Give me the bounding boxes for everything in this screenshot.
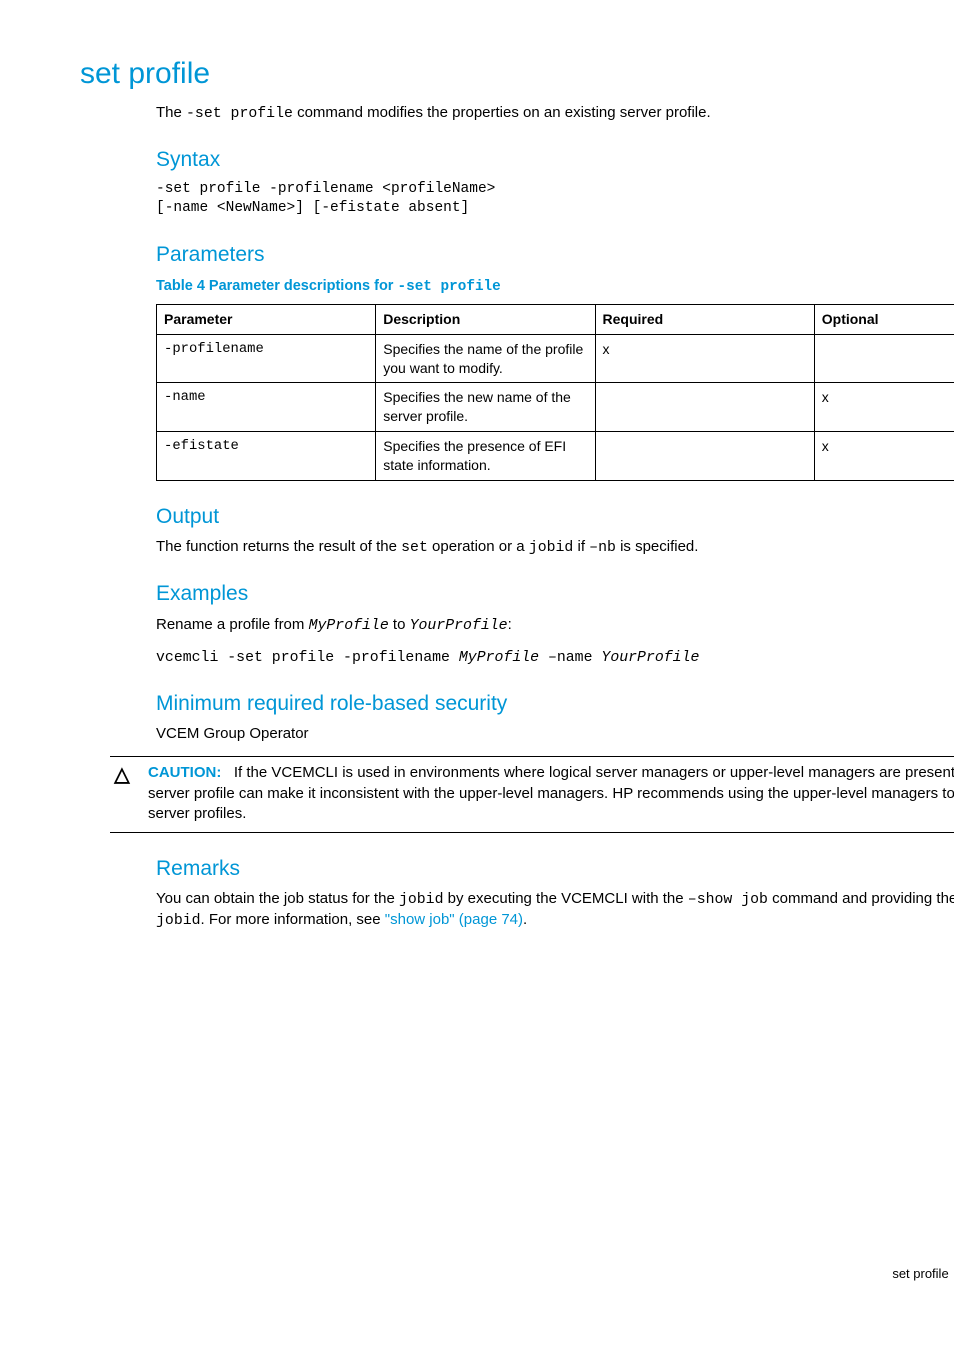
variable: MyProfile: [459, 650, 539, 666]
text: is specified.: [616, 538, 699, 555]
syntax-codeblock: -set profile -profilename <profileName> …: [156, 180, 954, 219]
output-paragraph: The function returns the result of the s…: [156, 537, 954, 558]
remarks-paragraph: You can obtain the job status for the jo…: [156, 889, 954, 931]
text: :: [508, 616, 512, 633]
text: operation or a: [428, 538, 529, 555]
security-text: VCEM Group Operator: [156, 724, 954, 744]
cell-required: x: [595, 334, 814, 383]
cell-description: Specifies the new name of the server pro…: [376, 383, 595, 432]
text: Rename a profile from: [156, 616, 309, 633]
examples-command: vcemcli -set profile -profilename MyProf…: [156, 648, 954, 668]
code: set: [401, 540, 428, 556]
intro-paragraph: The -set profile command modifies the pr…: [156, 103, 954, 124]
output-heading: Output: [156, 503, 954, 531]
cell-optional: x: [814, 383, 954, 432]
cell-description: Specifies the name of the profile you wa…: [376, 334, 595, 383]
code: –show job: [688, 892, 768, 908]
col-parameter: Parameter: [157, 304, 376, 334]
text: command and providing the associated: [768, 890, 954, 907]
code: –nb: [589, 540, 616, 556]
table-row: -profilename Specifies the name of the p…: [157, 334, 954, 383]
examples-lead: Rename a profile from MyProfile to YourP…: [156, 615, 954, 636]
caution-label: CAUTION:: [148, 764, 221, 781]
text: . For more information, see: [201, 911, 385, 928]
cell-required: [595, 432, 814, 481]
table-row: -efistate Specifies the presence of EFI …: [157, 432, 954, 481]
caption-code: -set profile: [397, 279, 500, 295]
text: by executing the VCEMCLI with the: [444, 890, 688, 907]
remarks-heading: Remarks: [156, 855, 954, 883]
caution-icon: △: [110, 765, 134, 785]
text: You can obtain the job status for the: [156, 890, 399, 907]
col-description: Description: [376, 304, 595, 334]
cell-parameter: -profilename: [157, 334, 376, 383]
table-caption: Table 4 Parameter descriptions for -set …: [156, 277, 954, 297]
col-optional: Optional: [814, 304, 954, 334]
col-required: Required: [595, 304, 814, 334]
caution-block: △ CAUTION: If the VCEMCLI is used in env…: [110, 756, 954, 833]
cell-optional: [814, 334, 954, 383]
text: The: [156, 104, 186, 121]
code: jobid: [529, 540, 574, 556]
show-job-link[interactable]: "show job" (page 74): [385, 911, 523, 928]
syntax-heading: Syntax: [156, 146, 954, 174]
text: If the VCEMCLI is used in environments w…: [148, 764, 954, 822]
text: The function returns the result of the: [156, 538, 401, 555]
code: –name: [539, 650, 601, 666]
cell-parameter: -name: [157, 383, 376, 432]
text: Table 4 Parameter descriptions for: [156, 278, 397, 294]
table-row: -name Specifies the new name of the serv…: [157, 383, 954, 432]
code: vcemcli -set profile -profilename: [156, 650, 459, 666]
cell-required: [595, 383, 814, 432]
footer-label: set profile: [892, 1266, 948, 1281]
code: jobid: [156, 913, 201, 929]
cell-optional: x: [814, 432, 954, 481]
page-title: set profile: [80, 54, 954, 95]
caution-text: CAUTION: If the VCEMCLI is used in envir…: [148, 763, 954, 824]
variable: MyProfile: [309, 618, 389, 634]
text: .: [523, 911, 527, 928]
examples-heading: Examples: [156, 580, 954, 608]
cell-parameter: -efistate: [157, 432, 376, 481]
page-footer: set profile 23: [892, 1265, 954, 1283]
security-heading: Minimum required role-based security: [156, 690, 954, 718]
cell-description: Specifies the presence of EFI state info…: [376, 432, 595, 481]
code: jobid: [399, 892, 444, 908]
variable: YourProfile: [601, 650, 699, 666]
variable: YourProfile: [410, 618, 508, 634]
text: if: [573, 538, 589, 555]
table-header-row: Parameter Description Required Optional: [157, 304, 954, 334]
text: to: [389, 616, 410, 633]
parameters-heading: Parameters: [156, 241, 954, 269]
intro-code: -set profile: [186, 106, 293, 122]
text: command modifies the properties on an ex…: [293, 104, 711, 121]
parameters-table: Parameter Description Required Optional …: [156, 304, 954, 481]
